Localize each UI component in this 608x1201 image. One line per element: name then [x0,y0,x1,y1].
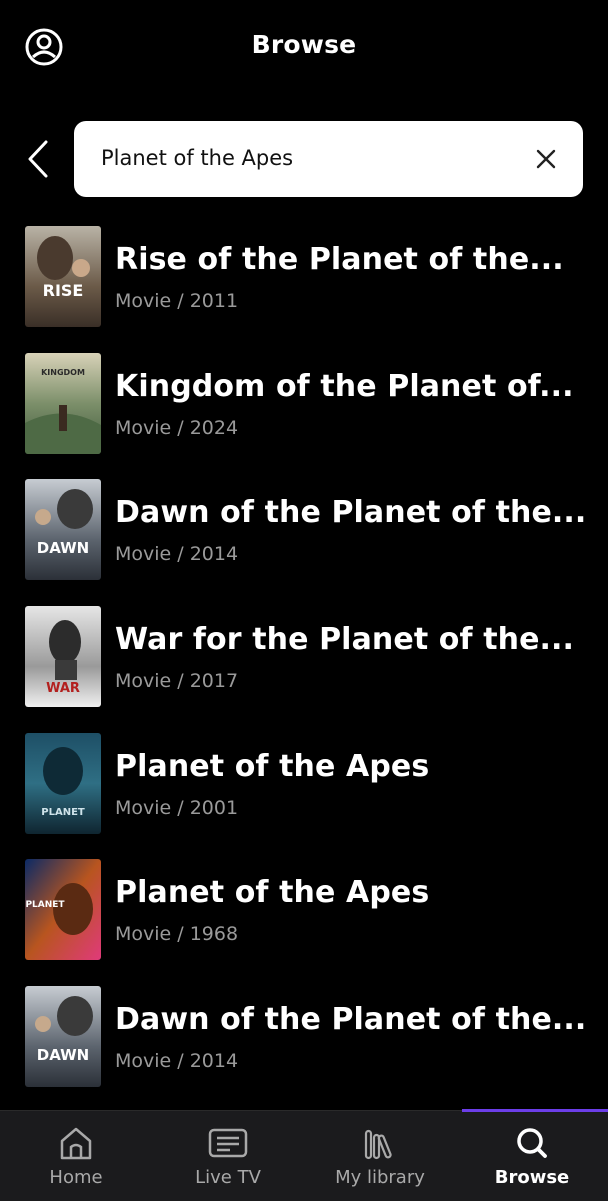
chevron-left-icon [28,140,48,178]
tab-label: Home [49,1167,103,1188]
close-icon [536,149,556,169]
result-title: Kingdom of the Planet of... [115,368,574,404]
search-query-text[interactable]: Planet of the Apes [101,146,293,170]
movie-poster: DAWN [25,986,101,1088]
movie-poster: PLANET [25,859,101,961]
app-header: Browse [0,0,608,96]
result-item[interactable]: KINGDOM Kingdom of the Planet of... Movi… [0,351,608,478]
result-meta: Movie / 2014 [115,1050,239,1073]
result-meta: Movie / 2001 [115,796,239,819]
result-item[interactable]: PLANET Planet of the Apes Movie / 2001 [0,731,608,858]
svg-text:PLANET: PLANET [25,900,65,910]
result-title: Planet of the Apes [115,875,430,911]
result-item[interactable]: PLANET Planet of the Apes Movie / 1968 [0,857,608,984]
svg-text:RISE: RISE [43,281,84,300]
tab-label: Browse [494,1167,570,1188]
tab-label: Live TV [195,1167,261,1188]
result-item[interactable]: DAWN Dawn of the Planet of the... Movie … [0,984,608,1111]
result-item[interactable]: DAWN Dawn of the Planet of the... Movie … [0,477,608,604]
movie-poster: RISE [25,226,101,327]
tab-live-tv[interactable]: Live TV [152,1111,304,1201]
svg-text:DAWN: DAWN [37,539,90,557]
clear-search-button[interactable] [533,146,559,172]
home-icon [60,1127,92,1160]
result-meta: Movie / 1968 [115,923,239,946]
tab-browse[interactable]: Browse [456,1111,608,1201]
search-input[interactable]: Planet of the Apes [74,121,583,197]
movie-poster: DAWN [25,479,101,581]
back-button[interactable] [22,138,56,180]
result-title: War for the Planet of the... [115,622,575,658]
result-item[interactable]: RISE Rise of the Planet of the... Movie … [0,224,608,351]
result-item[interactable]: WAR War for the Planet of the... Movie /… [0,604,608,731]
library-icon [364,1129,392,1160]
page-title: Browse [251,30,357,59]
svg-text:PLANET: PLANET [41,807,85,818]
search-icon [517,1128,547,1158]
result-title: Dawn of the Planet of the... [115,495,587,531]
movie-poster: WAR [25,606,101,708]
result-title: Dawn of the Planet of the... [115,1002,587,1038]
result-title: Planet of the Apes [115,748,430,784]
svg-text:WAR: WAR [46,681,80,696]
movie-poster: KINGDOM [25,352,101,454]
tab-home[interactable]: Home [0,1111,152,1201]
live-tv-icon [208,1128,248,1158]
search-results-list: RISE Rise of the Planet of the... Movie … [0,224,608,1111]
tab-my-library[interactable]: My library [304,1111,456,1201]
movie-poster: PLANET [25,732,101,834]
result-meta: Movie / 2011 [115,290,239,312]
result-title: Rise of the Planet of the... [115,242,564,277]
bottom-tab-bar: Home Live TV My library Browse [0,1109,608,1201]
result-meta: Movie / 2024 [115,416,239,439]
tab-label: My library [335,1167,425,1188]
svg-text:KINGDOM: KINGDOM [41,368,85,377]
svg-text:DAWN: DAWN [37,1046,90,1064]
result-meta: Movie / 2014 [115,543,239,566]
result-meta: Movie / 2017 [115,670,239,693]
